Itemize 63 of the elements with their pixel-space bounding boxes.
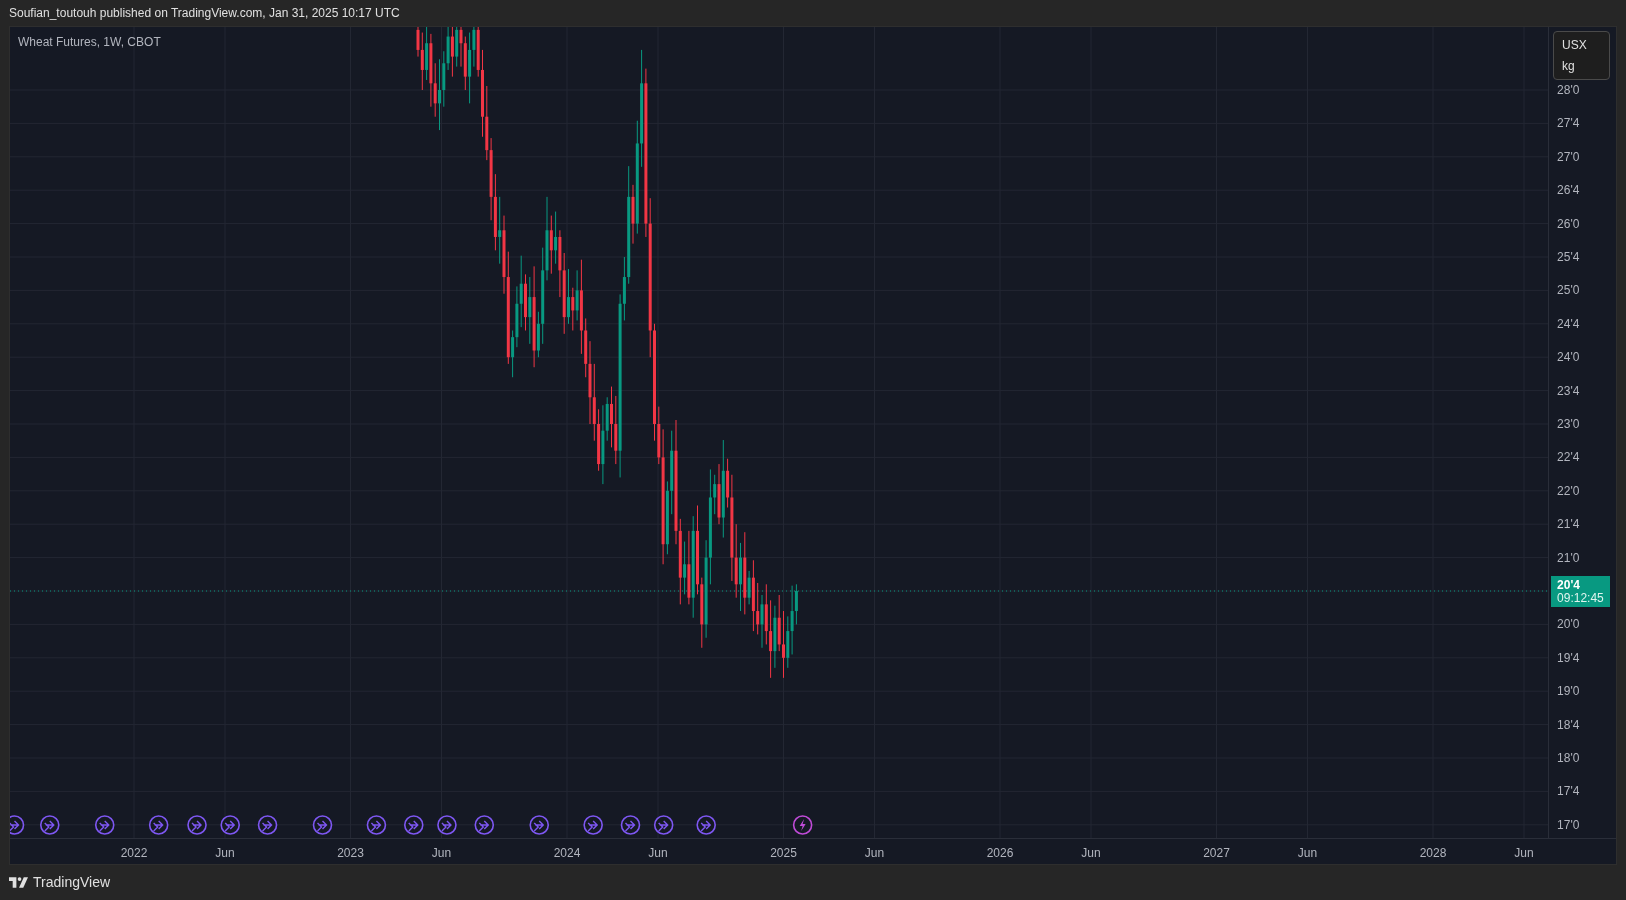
time-label: Jun <box>1297 845 1318 862</box>
event-marker-icon[interactable] <box>40 815 60 835</box>
currency-label: USX <box>1562 36 1588 54</box>
time-label: 2022 <box>120 845 148 862</box>
unit-selector[interactable]: USX kg <box>1553 31 1611 80</box>
price-label: 24'4 <box>1557 316 1580 331</box>
price-label: 26'4 <box>1557 183 1580 198</box>
price-label: 27'4 <box>1557 116 1580 131</box>
event-marker-icon[interactable] <box>403 815 424 835</box>
event-marker-icon[interactable] <box>220 815 240 835</box>
price-label: 24'0 <box>1557 350 1580 365</box>
event-marker-icon[interactable] <box>474 815 495 835</box>
event-marker-icon[interactable] <box>529 815 550 835</box>
price-label: 23'0 <box>1557 417 1580 431</box>
event-marker-icon[interactable] <box>10 815 25 835</box>
time-label: 2026 <box>986 845 1014 862</box>
time-label: 2028 <box>1419 845 1447 862</box>
price-label: 20'0 <box>1557 617 1580 632</box>
price-label: 28'0 <box>1557 83 1580 97</box>
event-marker-icon[interactable] <box>94 815 115 835</box>
time-label: Jun <box>1514 845 1534 862</box>
unit-label: kg <box>1562 58 1576 76</box>
brand-name: TradingView <box>33 872 111 892</box>
time-label: Jun <box>864 845 885 862</box>
time-label: 2023 <box>337 845 364 862</box>
price-label: 19'4 <box>1557 650 1580 665</box>
bar-countdown: 09:12:45 <box>1557 591 1605 605</box>
price-label: 22'0 <box>1557 483 1580 498</box>
event-marker-icon[interactable] <box>696 815 716 835</box>
event-marker-icon[interactable] <box>187 815 207 835</box>
price-label: 22'4 <box>1557 450 1580 465</box>
event-marker-icon[interactable] <box>312 815 333 835</box>
event-marker-icon[interactable] <box>366 815 387 835</box>
price-label: 26'0 <box>1557 216 1580 231</box>
publication-info: Soufian_toutouh published on TradingView.com, Jan 31, 2025 10:17 UTC <box>9 5 400 22</box>
price-label: 18'0 <box>1557 751 1580 765</box>
price-label: 21'4 <box>1557 517 1580 532</box>
event-marker-icon[interactable] <box>437 815 457 835</box>
price-label: 23'4 <box>1557 383 1580 398</box>
tradingview-logo-icon <box>9 876 28 888</box>
event-marker-icon[interactable] <box>653 815 674 835</box>
price-label: 25'4 <box>1557 250 1580 264</box>
last-price: 20'4 <box>1557 578 1581 592</box>
price-label: 17'4 <box>1557 784 1580 799</box>
price-label: 18'4 <box>1557 717 1580 732</box>
chart-legend: Wheat Futures, 1W, CBOT <box>18 33 161 51</box>
time-label: Jun <box>648 845 668 862</box>
lightning-marker-icon[interactable] <box>792 815 813 835</box>
price-label: 21'0 <box>1557 550 1580 565</box>
time-label: 2024 <box>553 845 581 862</box>
price-label: 19'0 <box>1557 684 1580 699</box>
time-label: Jun <box>215 845 235 862</box>
time-label: Jun <box>431 845 452 862</box>
price-label: 27'0 <box>1557 149 1580 164</box>
time-label: Jun <box>1081 845 1101 862</box>
time-label: 2025 <box>770 845 797 862</box>
event-marker-icon[interactable] <box>583 815 603 835</box>
price-label: 25'0 <box>1557 283 1580 298</box>
event-marker-icon[interactable] <box>620 815 641 835</box>
event-marker-icon[interactable] <box>148 815 169 835</box>
event-marker-icon[interactable] <box>257 815 278 835</box>
time-label: 2027 <box>1203 845 1230 862</box>
price-label: 17'0 <box>1557 817 1580 832</box>
